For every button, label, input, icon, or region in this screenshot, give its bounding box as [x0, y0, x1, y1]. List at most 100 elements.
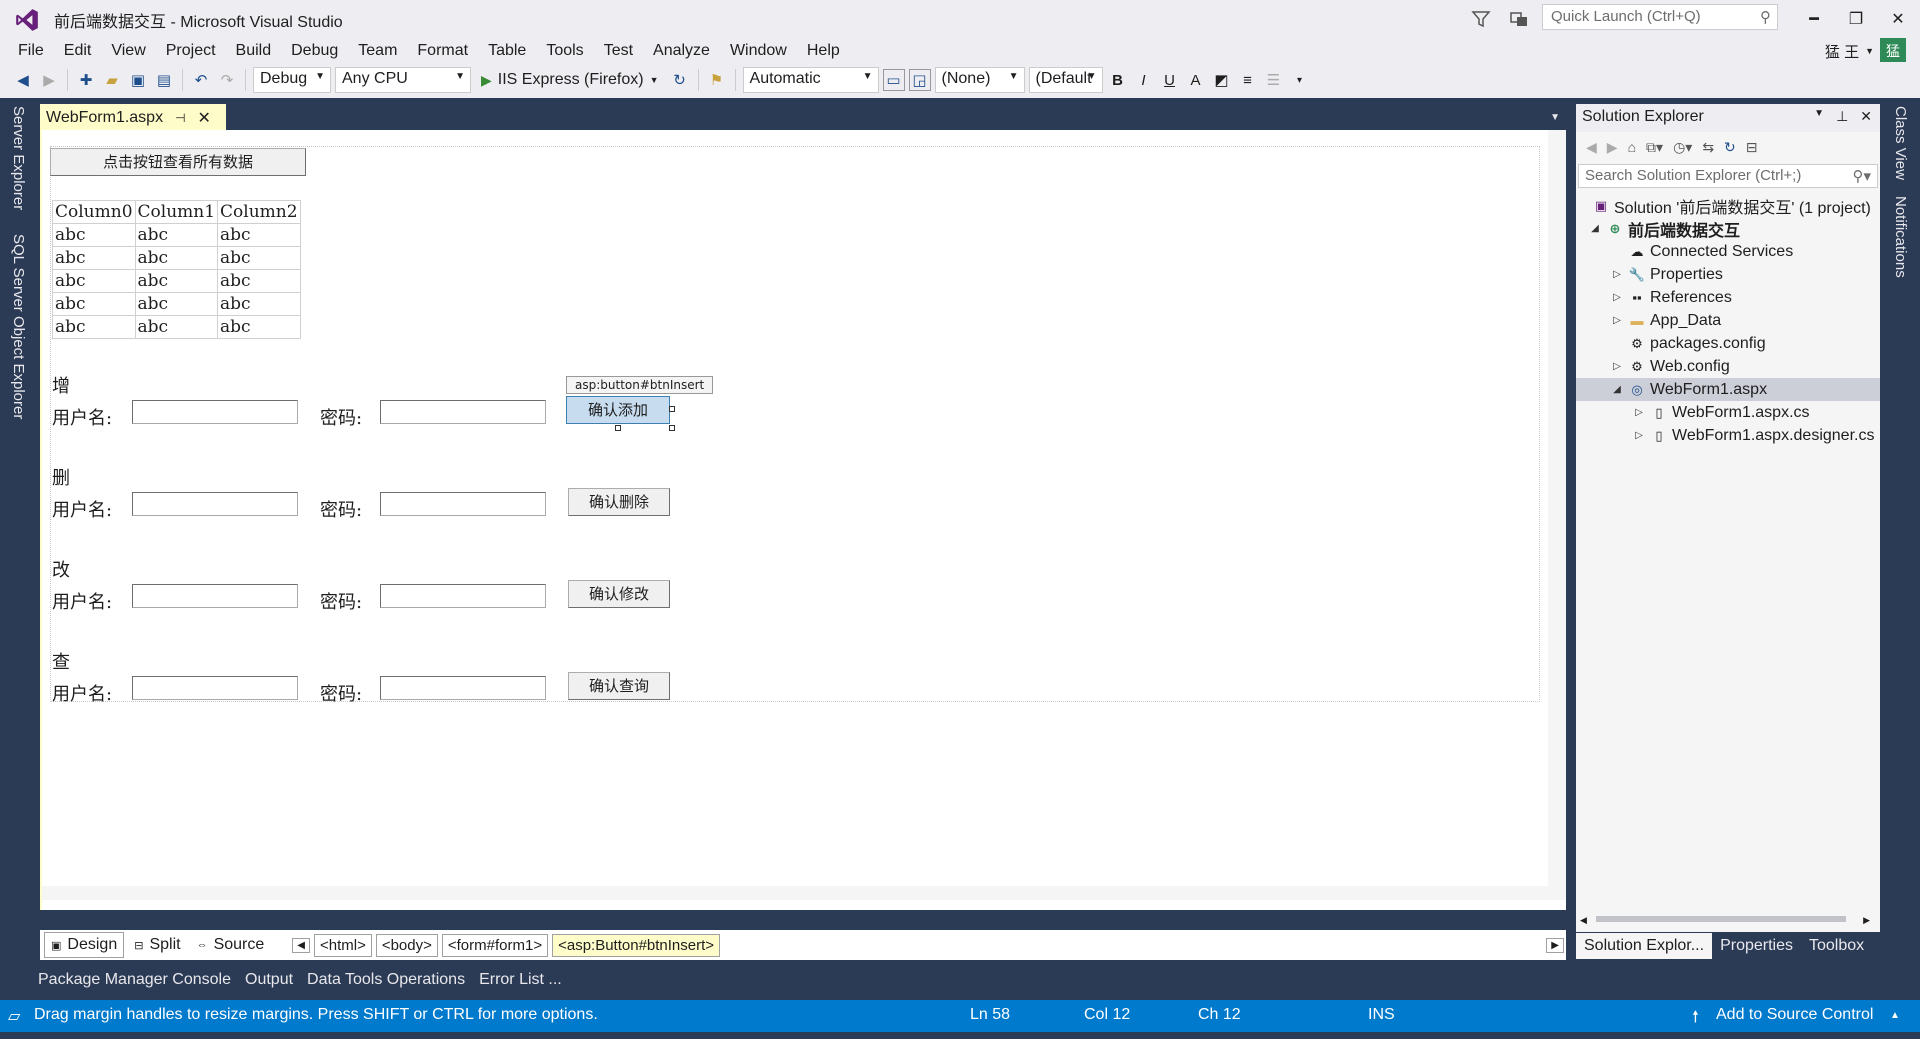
- tree-node-connected-services[interactable]: ☁ Connected Services: [1576, 240, 1880, 263]
- data-grid[interactable]: Column0 Column1 Column2 abc abc abc abc …: [52, 200, 301, 339]
- tree-node-webform1-aspx-cs[interactable]: ▷ ▯ WebForm1.aspx.cs: [1576, 401, 1880, 424]
- notifications-tab[interactable]: Notifications: [1892, 196, 1909, 278]
- font-color-icon[interactable]: A: [1185, 69, 1207, 91]
- delete-username-input[interactable]: [132, 492, 298, 516]
- expanded-icon[interactable]: ◢: [1588, 223, 1602, 234]
- configuration-select[interactable]: Debug ▼: [253, 67, 331, 93]
- navigate-back-icon[interactable]: ◀: [12, 69, 34, 91]
- tree-node-references[interactable]: ▷ ▪▪ References: [1576, 286, 1880, 309]
- breadcrumb-body[interactable]: <body>: [375, 933, 438, 957]
- block-format-icon[interactable]: ▭: [882, 69, 905, 91]
- open-file-icon[interactable]: ▰: [101, 69, 123, 91]
- data-tools-operations-tab[interactable]: Data Tools Operations: [307, 971, 465, 989]
- expanded-icon[interactable]: ◢: [1610, 384, 1624, 395]
- align-icon[interactable]: ≡: [1237, 69, 1259, 91]
- split-view-tab[interactable]: ⊟ Split: [128, 933, 186, 957]
- breadcrumb-next-icon[interactable]: ▶: [1546, 937, 1564, 953]
- query-password-input[interactable]: [380, 676, 546, 700]
- confirm-query-button[interactable]: 确认查询: [568, 672, 670, 700]
- insert-username-input[interactable]: [132, 400, 298, 424]
- tree-node-webform1-aspx[interactable]: ◢ ◎ WebForm1.aspx: [1576, 378, 1880, 401]
- collapse-all-icon[interactable]: ⊟: [1746, 139, 1758, 156]
- collapsed-icon[interactable]: ▷: [1632, 407, 1646, 418]
- breadcrumb-prev-icon[interactable]: ◀: [292, 937, 310, 953]
- server-explorer-tab[interactable]: Server Explorer: [10, 106, 27, 210]
- style-select[interactable]: (None) ▼: [934, 67, 1025, 93]
- positioning-select[interactable]: Automatic ▼: [742, 67, 879, 93]
- redo-icon[interactable]: ↷: [216, 69, 238, 91]
- auto-hide-pin-icon[interactable]: ⊥: [1836, 108, 1848, 125]
- confirm-delete-button[interactable]: 确认删除: [568, 488, 670, 516]
- tab-solution-explorer[interactable]: Solution Explor...: [1576, 933, 1713, 959]
- feedback-icon[interactable]: [1508, 8, 1530, 30]
- forward-icon[interactable]: ▶: [1607, 139, 1618, 156]
- tree-node-project[interactable]: ◢ ⊕ 前后端数据交互: [1576, 217, 1880, 240]
- menu-file[interactable]: File: [8, 40, 54, 62]
- tree-node-packages-config[interactable]: ⚙ packages.config: [1576, 332, 1880, 355]
- solution-search-input[interactable]: Search Solution Explorer (Ctrl+;) ⚲▾: [1578, 164, 1878, 188]
- italic-button[interactable]: I: [1133, 69, 1155, 91]
- insert-password-input[interactable]: [380, 400, 546, 424]
- design-view-tab[interactable]: ▣ Design: [44, 932, 125, 958]
- navigate-forward-icon[interactable]: ▶: [38, 69, 60, 91]
- collapsed-icon[interactable]: ▷: [1610, 269, 1624, 280]
- undo-icon[interactable]: ↶: [190, 69, 212, 91]
- filter-icon[interactable]: [1470, 8, 1492, 30]
- avatar[interactable]: 猛: [1880, 38, 1906, 64]
- back-icon[interactable]: ◀: [1586, 139, 1597, 156]
- save-all-icon[interactable]: ▤: [153, 69, 175, 91]
- resize-handle[interactable]: [669, 406, 675, 412]
- update-password-input[interactable]: [380, 584, 546, 608]
- close-panel-icon[interactable]: ✕: [1860, 108, 1872, 125]
- pending-changes-filter-icon[interactable]: ◷▾: [1673, 139, 1692, 156]
- bullets-icon[interactable]: ☰: [1263, 69, 1285, 91]
- switch-views-icon[interactable]: ⧉▾: [1646, 139, 1663, 156]
- absolute-position-icon[interactable]: ◲: [908, 69, 931, 91]
- menu-format[interactable]: Format: [407, 40, 478, 62]
- tree-node-webform1-designer-cs[interactable]: ▷ ▯ WebForm1.aspx.designer.cs: [1576, 424, 1880, 447]
- resize-handle[interactable]: [615, 425, 621, 431]
- start-debugging-button[interactable]: ▶ IIS Express (Firefox) ▼: [475, 71, 665, 89]
- add-to-source-control-button[interactable]: Add to Source Control: [1716, 1006, 1873, 1024]
- menu-analyze[interactable]: Analyze: [643, 40, 720, 62]
- menu-tools[interactable]: Tools: [536, 40, 593, 62]
- error-list-tab[interactable]: Error List ...: [479, 971, 562, 989]
- tab-overflow-icon[interactable]: ▼: [1550, 112, 1560, 123]
- menu-view[interactable]: View: [101, 40, 155, 62]
- horizontal-scrollbar[interactable]: ◀ ▶: [1580, 912, 1870, 926]
- new-project-icon[interactable]: ✚: [75, 69, 97, 91]
- menu-table[interactable]: Table: [478, 40, 536, 62]
- quick-launch-input[interactable]: Quick Launch (Ctrl+Q) ⚲: [1542, 4, 1778, 30]
- scroll-left-icon[interactable]: ◀: [1580, 915, 1587, 926]
- platform-select[interactable]: Any CPU ▼: [335, 67, 471, 93]
- menu-build[interactable]: Build: [226, 40, 282, 62]
- menu-window[interactable]: Window: [720, 40, 797, 62]
- menu-test[interactable]: Test: [594, 40, 643, 62]
- tab-properties[interactable]: Properties: [1712, 933, 1801, 959]
- source-view-tab[interactable]: ⇔ Source: [191, 933, 271, 957]
- confirm-update-button[interactable]: 确认修改: [568, 580, 670, 608]
- menu-debug[interactable]: Debug: [281, 40, 348, 62]
- menu-help[interactable]: Help: [797, 40, 850, 62]
- close-tab-icon[interactable]: ✕: [198, 108, 211, 128]
- home-icon[interactable]: ⌂: [1628, 139, 1636, 155]
- tree-node-solution[interactable]: ▣ Solution '前后端数据交互' (1 project): [1576, 194, 1880, 217]
- collapsed-icon[interactable]: ▷: [1610, 315, 1624, 326]
- save-icon[interactable]: ▣: [127, 69, 149, 91]
- refresh-icon[interactable]: ↻: [669, 69, 691, 91]
- account-area[interactable]: 猛 王 ▼ 猛: [1825, 38, 1906, 64]
- window-position-icon[interactable]: ▼: [1814, 108, 1824, 125]
- pin-icon[interactable]: ⊣: [175, 111, 185, 125]
- collapsed-icon[interactable]: ▷: [1610, 292, 1624, 303]
- tree-node-app-data[interactable]: ▷ ▬ App_Data: [1576, 309, 1880, 332]
- menu-project[interactable]: Project: [156, 40, 226, 62]
- breadcrumb-form[interactable]: <form#form1>: [441, 933, 549, 957]
- tree-node-web-config[interactable]: ▷ ⚙ Web.config: [1576, 355, 1880, 378]
- tab-toolbox[interactable]: Toolbox: [1801, 933, 1872, 959]
- sql-server-object-explorer-tab[interactable]: SQL Server Object Explorer: [10, 234, 27, 419]
- tree-node-properties[interactable]: ▷ 🔧 Properties: [1576, 263, 1880, 286]
- minimize-button[interactable]: ━: [1802, 8, 1826, 32]
- resize-handle[interactable]: [669, 425, 675, 431]
- class-view-tab[interactable]: Class View: [1892, 106, 1909, 180]
- underline-button[interactable]: U: [1159, 69, 1181, 91]
